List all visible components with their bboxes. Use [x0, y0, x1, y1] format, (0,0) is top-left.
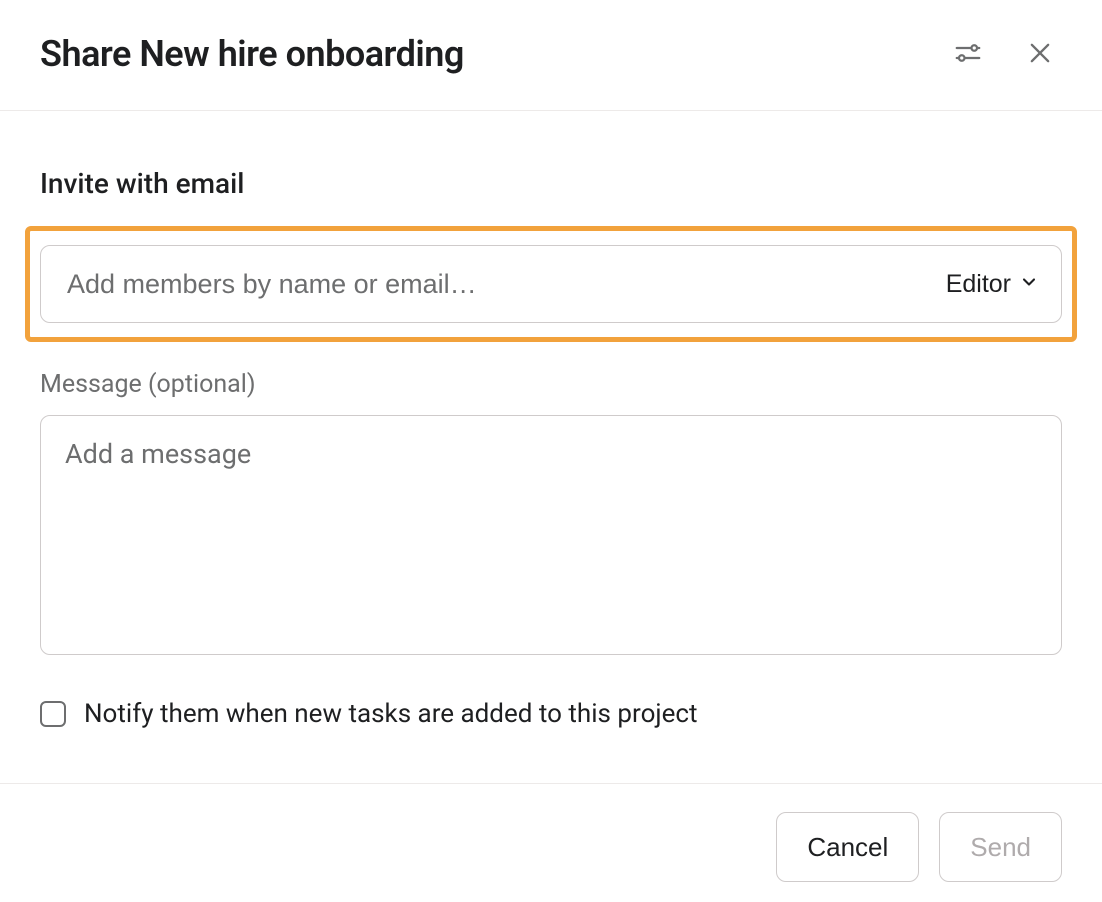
message-textarea[interactable]	[40, 415, 1062, 655]
close-icon	[1026, 39, 1054, 70]
chevron-down-icon	[1019, 270, 1039, 299]
cancel-button[interactable]: Cancel	[776, 812, 919, 882]
settings-sliders-icon	[953, 38, 983, 71]
invite-highlight: Editor	[25, 226, 1077, 342]
header-actions	[946, 32, 1062, 76]
notify-label: Notify them when new tasks are added to …	[84, 699, 698, 729]
dialog-footer: Cancel Send	[0, 783, 1102, 902]
send-button[interactable]: Send	[939, 812, 1062, 882]
members-input[interactable]	[67, 269, 946, 300]
dialog-body: Invite with email Editor Message (option…	[0, 111, 1102, 783]
message-label: Message (optional)	[40, 370, 1062, 399]
dialog-title: Share New hire onboarding	[40, 33, 946, 75]
role-dropdown-label: Editor	[946, 270, 1011, 299]
dialog-header: Share New hire onboarding	[0, 0, 1102, 111]
invite-input-row: Editor	[40, 245, 1062, 323]
notify-checkbox[interactable]	[40, 701, 66, 727]
settings-button[interactable]	[946, 32, 990, 76]
share-dialog: Share New hire onboarding	[0, 0, 1102, 902]
notify-row: Notify them when new tasks are added to …	[40, 699, 1062, 729]
close-button[interactable]	[1018, 32, 1062, 76]
role-dropdown[interactable]: Editor	[946, 270, 1039, 299]
invite-section-label: Invite with email	[40, 167, 1062, 200]
